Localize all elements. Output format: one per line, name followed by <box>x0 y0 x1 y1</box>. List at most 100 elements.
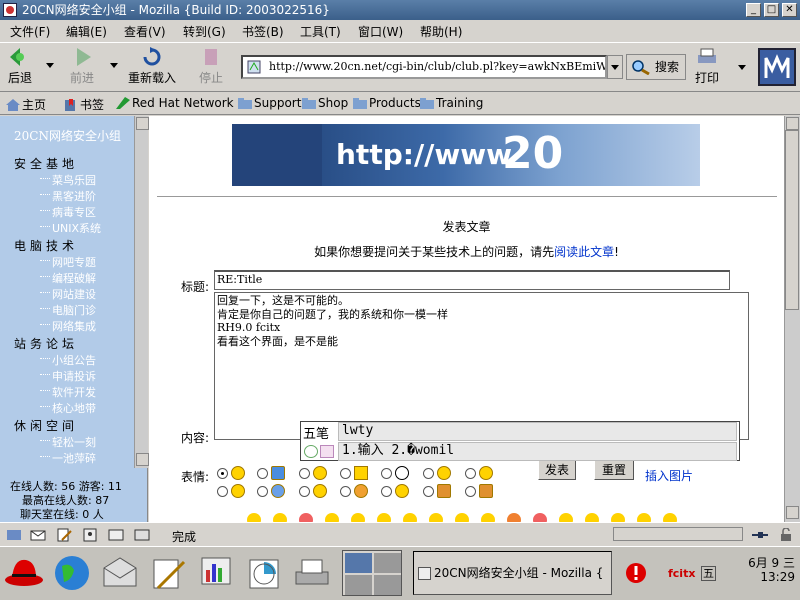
reload-button[interactable]: 重新载入 <box>128 47 176 86</box>
maximize-button[interactable]: □ <box>764 3 779 17</box>
sidebar-item-announcement[interactable]: 小组公告 <box>40 352 96 368</box>
online-status-icon[interactable] <box>752 528 768 542</box>
address-book-icon[interactable] <box>82 528 98 542</box>
submit-button[interactable]: 发表 <box>538 460 576 480</box>
ime-candidates[interactable]: 1.输入 2.�womil <box>338 442 737 461</box>
mozilla-app-icon[interactable] <box>3 3 17 17</box>
emotion-option-1[interactable] <box>217 465 247 483</box>
sidebar-item-newbie[interactable]: 菜鸟乐园 <box>40 172 96 188</box>
irc-icon[interactable] <box>134 528 150 542</box>
update-alert-icon[interactable] <box>624 562 648 584</box>
title-input[interactable]: RE:Title <box>214 270 730 290</box>
menu-tools[interactable]: 工具(T) <box>300 23 341 40</box>
menu-file[interactable]: 文件(F) <box>10 23 50 40</box>
emotion-option-10[interactable] <box>299 483 329 501</box>
ime-punct-icon[interactable] <box>320 445 334 458</box>
site-banner[interactable]: http://www 20 <box>232 124 700 186</box>
emotion-option-9[interactable] <box>257 483 287 501</box>
sidebar-item-integration[interactable]: 网络集成 <box>40 318 96 334</box>
red-hat-menu-icon[interactable] <box>4 552 44 590</box>
minimize-button[interactable]: _ <box>746 3 761 17</box>
bookmark-support[interactable]: Support <box>238 96 301 110</box>
emotion-option-4[interactable] <box>340 465 370 483</box>
insert-image-link[interactable]: 插入图片 <box>645 467 693 484</box>
web-browser-icon[interactable] <box>52 554 92 592</box>
clock[interactable]: 6月 9 三 13:29 <box>731 556 795 584</box>
scroll-up-arrow[interactable] <box>136 117 149 130</box>
reset-button[interactable]: 重置 <box>594 460 634 480</box>
emotion-option-5[interactable] <box>381 465 411 483</box>
emotion-option-11[interactable] <box>340 483 370 501</box>
sidebar-item-relax[interactable]: 轻松一刻 <box>40 434 96 450</box>
taskbar-mozilla-window[interactable]: 20CN网络安全小组 - Mozilla { <box>413 551 612 595</box>
read-article-link[interactable]: 阅读此文章 <box>554 245 614 259</box>
sidebar-item-advanced[interactable]: 黑客进阶 <box>40 188 96 204</box>
workspace-3[interactable] <box>345 575 372 595</box>
url-history-dropdown[interactable] <box>607 55 623 79</box>
emotion-option-2[interactable] <box>257 465 287 483</box>
sidebar-item-complaint[interactable]: 申请投诉 <box>40 368 96 384</box>
sidebar-item-clinic[interactable]: 电脑门诊 <box>40 302 96 318</box>
page-scroll-thumb[interactable] <box>785 130 799 310</box>
close-button[interactable]: ✕ <box>782 3 797 17</box>
sidebar-item-software[interactable]: 软件开发 <box>40 384 96 400</box>
composer-icon[interactable] <box>56 528 72 542</box>
back-button[interactable]: 后退 <box>8 47 32 86</box>
workspace-2[interactable] <box>374 553 401 573</box>
search-button[interactable]: 搜索 <box>626 54 686 80</box>
workspace-switcher[interactable] <box>342 550 402 596</box>
sidebar-item-unix[interactable]: UNIX系统 <box>39 220 101 236</box>
menu-edit[interactable]: 编辑(E) <box>66 23 107 40</box>
print-manager-icon[interactable] <box>292 554 332 592</box>
sidebar-item-website[interactable]: 网站建设 <box>40 286 96 302</box>
navigator-icon[interactable] <box>6 528 22 542</box>
security-lock-icon[interactable] <box>778 528 794 542</box>
emotion-option-3[interactable] <box>299 465 329 483</box>
sidebar-item-netbar[interactable]: 网吧专题 <box>40 254 96 270</box>
presentation-icon[interactable] <box>196 554 236 592</box>
menu-view[interactable]: 查看(V) <box>124 23 166 40</box>
mozilla-throbber-logo[interactable] <box>758 48 796 86</box>
menu-bookmarks[interactable]: 书签(B) <box>242 23 284 40</box>
writer-icon[interactable] <box>148 554 188 592</box>
emotion-option-6[interactable] <box>423 465 453 483</box>
back-history-dropdown[interactable] <box>46 63 54 68</box>
bookmark-training[interactable]: Training <box>420 96 483 110</box>
fcitx-tray[interactable]: fcitx 五 <box>668 565 716 581</box>
sidebar-item-core[interactable]: 核心地带 <box>40 400 96 416</box>
bookmark-red-hat-network[interactable]: Red Hat Network <box>116 96 234 110</box>
stop-button[interactable]: 停止 <box>199 47 223 86</box>
emotion-option-12[interactable] <box>381 483 411 501</box>
forward-button[interactable]: 前进 <box>70 47 94 86</box>
spreadsheet-icon[interactable] <box>244 554 284 592</box>
url-bar[interactable]: http://www.20cn.net/cgi-bin/club/club.pl… <box>241 55 607 79</box>
sidebar-scrollbar[interactable] <box>134 116 149 468</box>
scroll-down-arrow[interactable] <box>786 506 799 519</box>
print-button[interactable]: 打印 <box>695 47 719 86</box>
print-dropdown[interactable] <box>738 65 746 70</box>
workspace-4[interactable] <box>374 575 401 595</box>
home-button[interactable]: 主页 <box>6 96 46 113</box>
menu-window[interactable]: 窗口(W) <box>358 23 403 40</box>
emotion-option-14[interactable] <box>465 483 495 501</box>
menu-help[interactable]: 帮助(H) <box>420 23 462 40</box>
mail-icon[interactable] <box>30 528 46 542</box>
sidebar-item-programming[interactable]: 编程破解 <box>40 270 96 286</box>
sidebar-item-virus[interactable]: 病毒专区 <box>40 204 96 220</box>
bookmark-shop[interactable]: Shop <box>302 96 348 110</box>
email-icon[interactable] <box>100 554 140 592</box>
emotion-option-8[interactable] <box>217 483 247 501</box>
scroll-down-arrow[interactable] <box>136 453 149 466</box>
ime-status-icon[interactable] <box>304 445 318 458</box>
content-textarea[interactable]: 回复一下，这是不可能的。 肯定是你自己的问题了，我的系统和你一模一样 RH9.0… <box>214 292 749 440</box>
chat-icon[interactable] <box>108 528 124 542</box>
forward-history-dropdown[interactable] <box>110 63 118 68</box>
emotion-option-7[interactable] <box>465 465 495 483</box>
menu-go[interactable]: 转到(G) <box>183 23 226 40</box>
emotion-option-13[interactable] <box>423 483 453 501</box>
workspace-1[interactable] <box>345 553 372 573</box>
sidebar-item-pond[interactable]: 一池萍碎 <box>40 450 96 466</box>
bookmarks-button[interactable]: 书签 <box>64 96 104 113</box>
bookmark-products[interactable]: Products <box>353 96 421 110</box>
scroll-up-arrow[interactable] <box>786 117 799 130</box>
